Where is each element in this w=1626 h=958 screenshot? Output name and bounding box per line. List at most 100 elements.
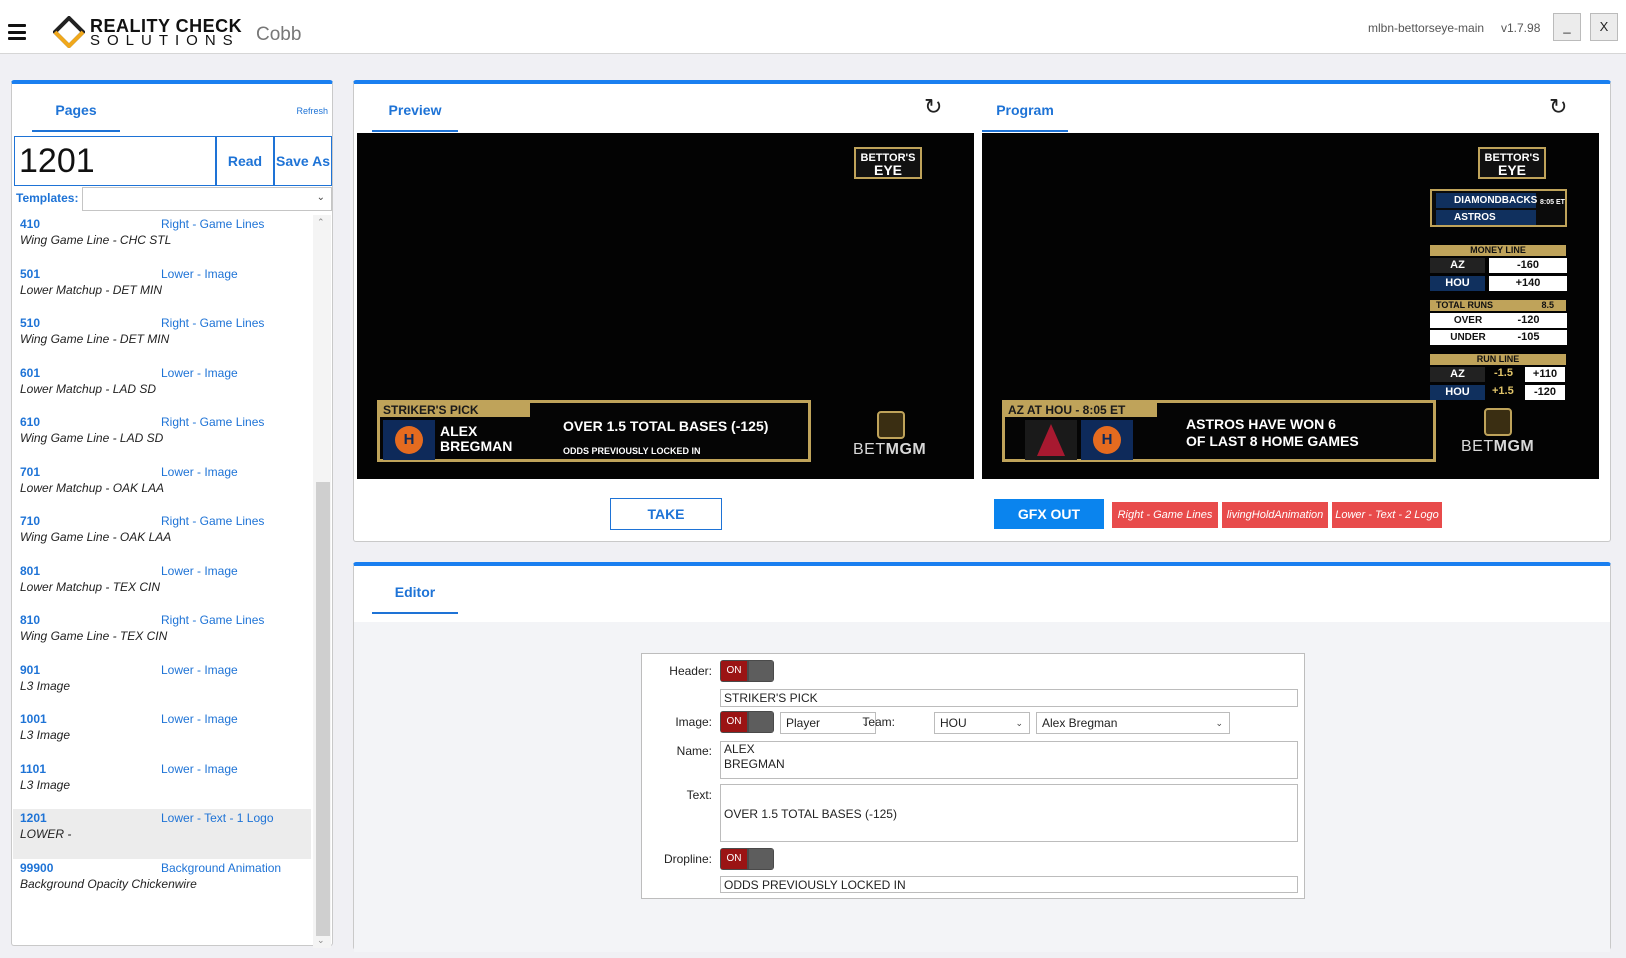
- page-list-scrollbar[interactable]: ⌃ ⌄: [313, 215, 331, 948]
- title-bar: REALITY CHECK SOLUTIONS Cobb mlbn-bettor…: [0, 0, 1626, 54]
- page-number: 1101: [20, 761, 47, 776]
- page-number: 701: [20, 464, 41, 479]
- list-item[interactable]: 1201 Lower - Text - 1 Logo LOWER -: [13, 809, 311, 859]
- list-item[interactable]: 601 Lower - Image Lower Matchup - LAD SD: [13, 364, 311, 414]
- program-chip-lower-text[interactable]: Lower - Text - 2 Logo: [1332, 502, 1442, 528]
- page-description: Wing Game Line - TEX CIN: [20, 629, 168, 643]
- list-item[interactable]: 410 Right - Game Lines Wing Game Line - CH…: [13, 215, 311, 265]
- editor-panel: Editor Header: ON Image: ON Player⌄ Team…: [353, 562, 1611, 952]
- rl-value1: +110: [1525, 367, 1565, 382]
- company-logo-icon: [53, 16, 85, 48]
- player-name: ALEX BREGMAN: [440, 423, 513, 454]
- list-item[interactable]: 801 Lower - Image Lower Matchup - TEX CIN: [13, 562, 311, 612]
- page-number: 99900: [20, 860, 54, 875]
- dropline-field[interactable]: [720, 876, 1298, 893]
- tab-editor[interactable]: Editor: [372, 584, 458, 614]
- preview-monitor: BETTOR'S EYE STRIKER'S PICK H ALEX BREGMAN…: [357, 133, 974, 479]
- page-description: Lower Matchup - TEX CIN: [20, 579, 161, 594]
- list-item[interactable]: 901 Lower - Image L3 Image: [13, 661, 311, 711]
- refresh-link[interactable]: Refresh: [296, 106, 328, 116]
- template-name: Lower - Image: [161, 365, 238, 380]
- template-name: Right - Game Lines: [161, 613, 265, 627]
- page-number: 1001: [20, 712, 47, 726]
- page-number: 510: [20, 316, 41, 330]
- diamondbacks-logo-icon: [1025, 420, 1077, 460]
- close-button[interactable]: X: [1590, 13, 1618, 41]
- take-button[interactable]: TAKE: [610, 498, 722, 530]
- template-name: Lower - Image: [161, 563, 238, 578]
- chevron-down-icon: ⌄: [1015, 718, 1023, 728]
- betmgm-lion-icon: [1484, 408, 1512, 436]
- ml-value1: -160: [1489, 258, 1567, 273]
- list-item[interactable]: 501 Lower - Image Lower Matchup - DET MIN: [13, 265, 311, 315]
- list-item[interactable]: 810 Right - Game Lines Wing Game Line - TE…: [13, 611, 311, 661]
- app-name: mlbn-bettorseye-main: [1368, 21, 1485, 35]
- pick-text: OVER 1.5 TOTAL BASES (-125): [563, 418, 769, 434]
- rl-value2: -120: [1525, 385, 1565, 400]
- page-description: Lower Matchup - DET MIN: [20, 282, 163, 297]
- list-item[interactable]: 701 Lower - Image Lower Matchup - OAK LAA: [13, 463, 311, 513]
- player-select[interactable]: Alex Bregman ⌄: [1036, 712, 1230, 734]
- list-item[interactable]: 710 Right - Game Lines Wing Game Line - OA…: [13, 512, 311, 562]
- astros-logo-icon: H: [1081, 420, 1133, 460]
- name-field[interactable]: ALEX BREGMAN: [720, 741, 1298, 779]
- list-item[interactable]: 1001 Lower - Image L3 Image: [13, 710, 311, 760]
- lower-header: AZ AT HOU - 8:05 ET: [1005, 403, 1157, 417]
- chevron-down-icon: ⌄: [1215, 718, 1223, 728]
- image-toggle[interactable]: ON: [720, 711, 774, 733]
- page-description: L3 Image: [20, 728, 71, 742]
- menu-icon[interactable]: [8, 24, 26, 40]
- astros-logo-icon: H: [395, 426, 423, 454]
- over-value: -120: [1490, 313, 1567, 328]
- read-button[interactable]: Read: [216, 136, 274, 186]
- tab-program[interactable]: Program: [982, 102, 1068, 132]
- scroll-up-icon[interactable]: ⌃: [317, 217, 325, 228]
- page-list: 410 Right - Game Lines Wing Game Line - CH…: [13, 215, 311, 948]
- template-name: Lower - Image: [161, 761, 238, 776]
- header-field[interactable]: [720, 689, 1298, 707]
- page-number: 901: [20, 662, 41, 677]
- lower-header: STRIKER'S PICK: [380, 403, 530, 417]
- program-chip-game-lines[interactable]: Right - Game Lines: [1112, 502, 1218, 528]
- list-item[interactable]: 610 Right - Game Lines Wing Game Line - LA…: [13, 413, 311, 463]
- under-value: -105: [1490, 330, 1567, 345]
- team-select[interactable]: HOU ⌄: [934, 712, 1030, 734]
- betmgm-lion-icon: [877, 411, 905, 439]
- dropline-toggle[interactable]: ON: [720, 848, 774, 870]
- tab-pages[interactable]: Pages: [32, 102, 120, 132]
- list-item[interactable]: 1101 Lower - Image L3 Image: [13, 760, 311, 810]
- program-chip-animation[interactable]: livingHoldAnimation: [1222, 502, 1328, 528]
- refresh-preview-icon[interactable]: ↻: [924, 94, 942, 120]
- bettors-eye-logo: BETTOR'S EYE: [854, 147, 922, 179]
- header-label: Header:: [669, 664, 712, 678]
- ml-value2: +140: [1489, 276, 1567, 291]
- ml-team2: HOU: [1430, 276, 1485, 291]
- scroll-down-icon[interactable]: ⌄: [317, 935, 325, 946]
- template-name: Lower - Text - 1 Logo: [161, 811, 274, 825]
- scrollbar-thumb[interactable]: [316, 482, 330, 936]
- refresh-program-icon[interactable]: ↻: [1549, 94, 1567, 120]
- template-name: Lower - Image: [161, 712, 238, 726]
- templates-select[interactable]: ⌄: [82, 187, 332, 211]
- header-toggle[interactable]: ON: [720, 660, 774, 682]
- list-item[interactable]: 99900 Background Animation Background Opac…: [13, 859, 311, 909]
- gfx-out-button[interactable]: GFX OUT: [994, 499, 1104, 529]
- list-item[interactable]: 510 Right - Game Lines Wing Game Line - DE…: [13, 314, 311, 364]
- app-version: v1.7.98: [1501, 21, 1541, 35]
- text-field[interactable]: OVER 1.5 TOTAL BASES (-125): [720, 784, 1298, 842]
- betmgm-logo: BETMGM: [853, 441, 927, 458]
- page-number: 1201: [20, 811, 47, 825]
- money-line-header: MONEY LINE: [1430, 245, 1566, 256]
- page-number: 501: [20, 266, 41, 281]
- template-name: Lower - Image: [161, 464, 238, 479]
- betmgm-logo: BETMGM: [1461, 438, 1535, 455]
- station-name: Cobb: [256, 24, 302, 45]
- text-label: Text:: [686, 788, 712, 802]
- save-as-button[interactable]: Save As: [274, 136, 332, 186]
- page-description: L3 Image: [20, 678, 71, 693]
- page-number-input[interactable]: [14, 136, 216, 186]
- lower-third-graphic: STRIKER'S PICK H ALEX BREGMAN OVER 1.5 TO…: [377, 400, 811, 462]
- minimize-button[interactable]: _: [1553, 13, 1581, 41]
- page-description: Lower Matchup - LAD SD: [20, 381, 157, 396]
- tab-preview[interactable]: Preview: [372, 102, 458, 132]
